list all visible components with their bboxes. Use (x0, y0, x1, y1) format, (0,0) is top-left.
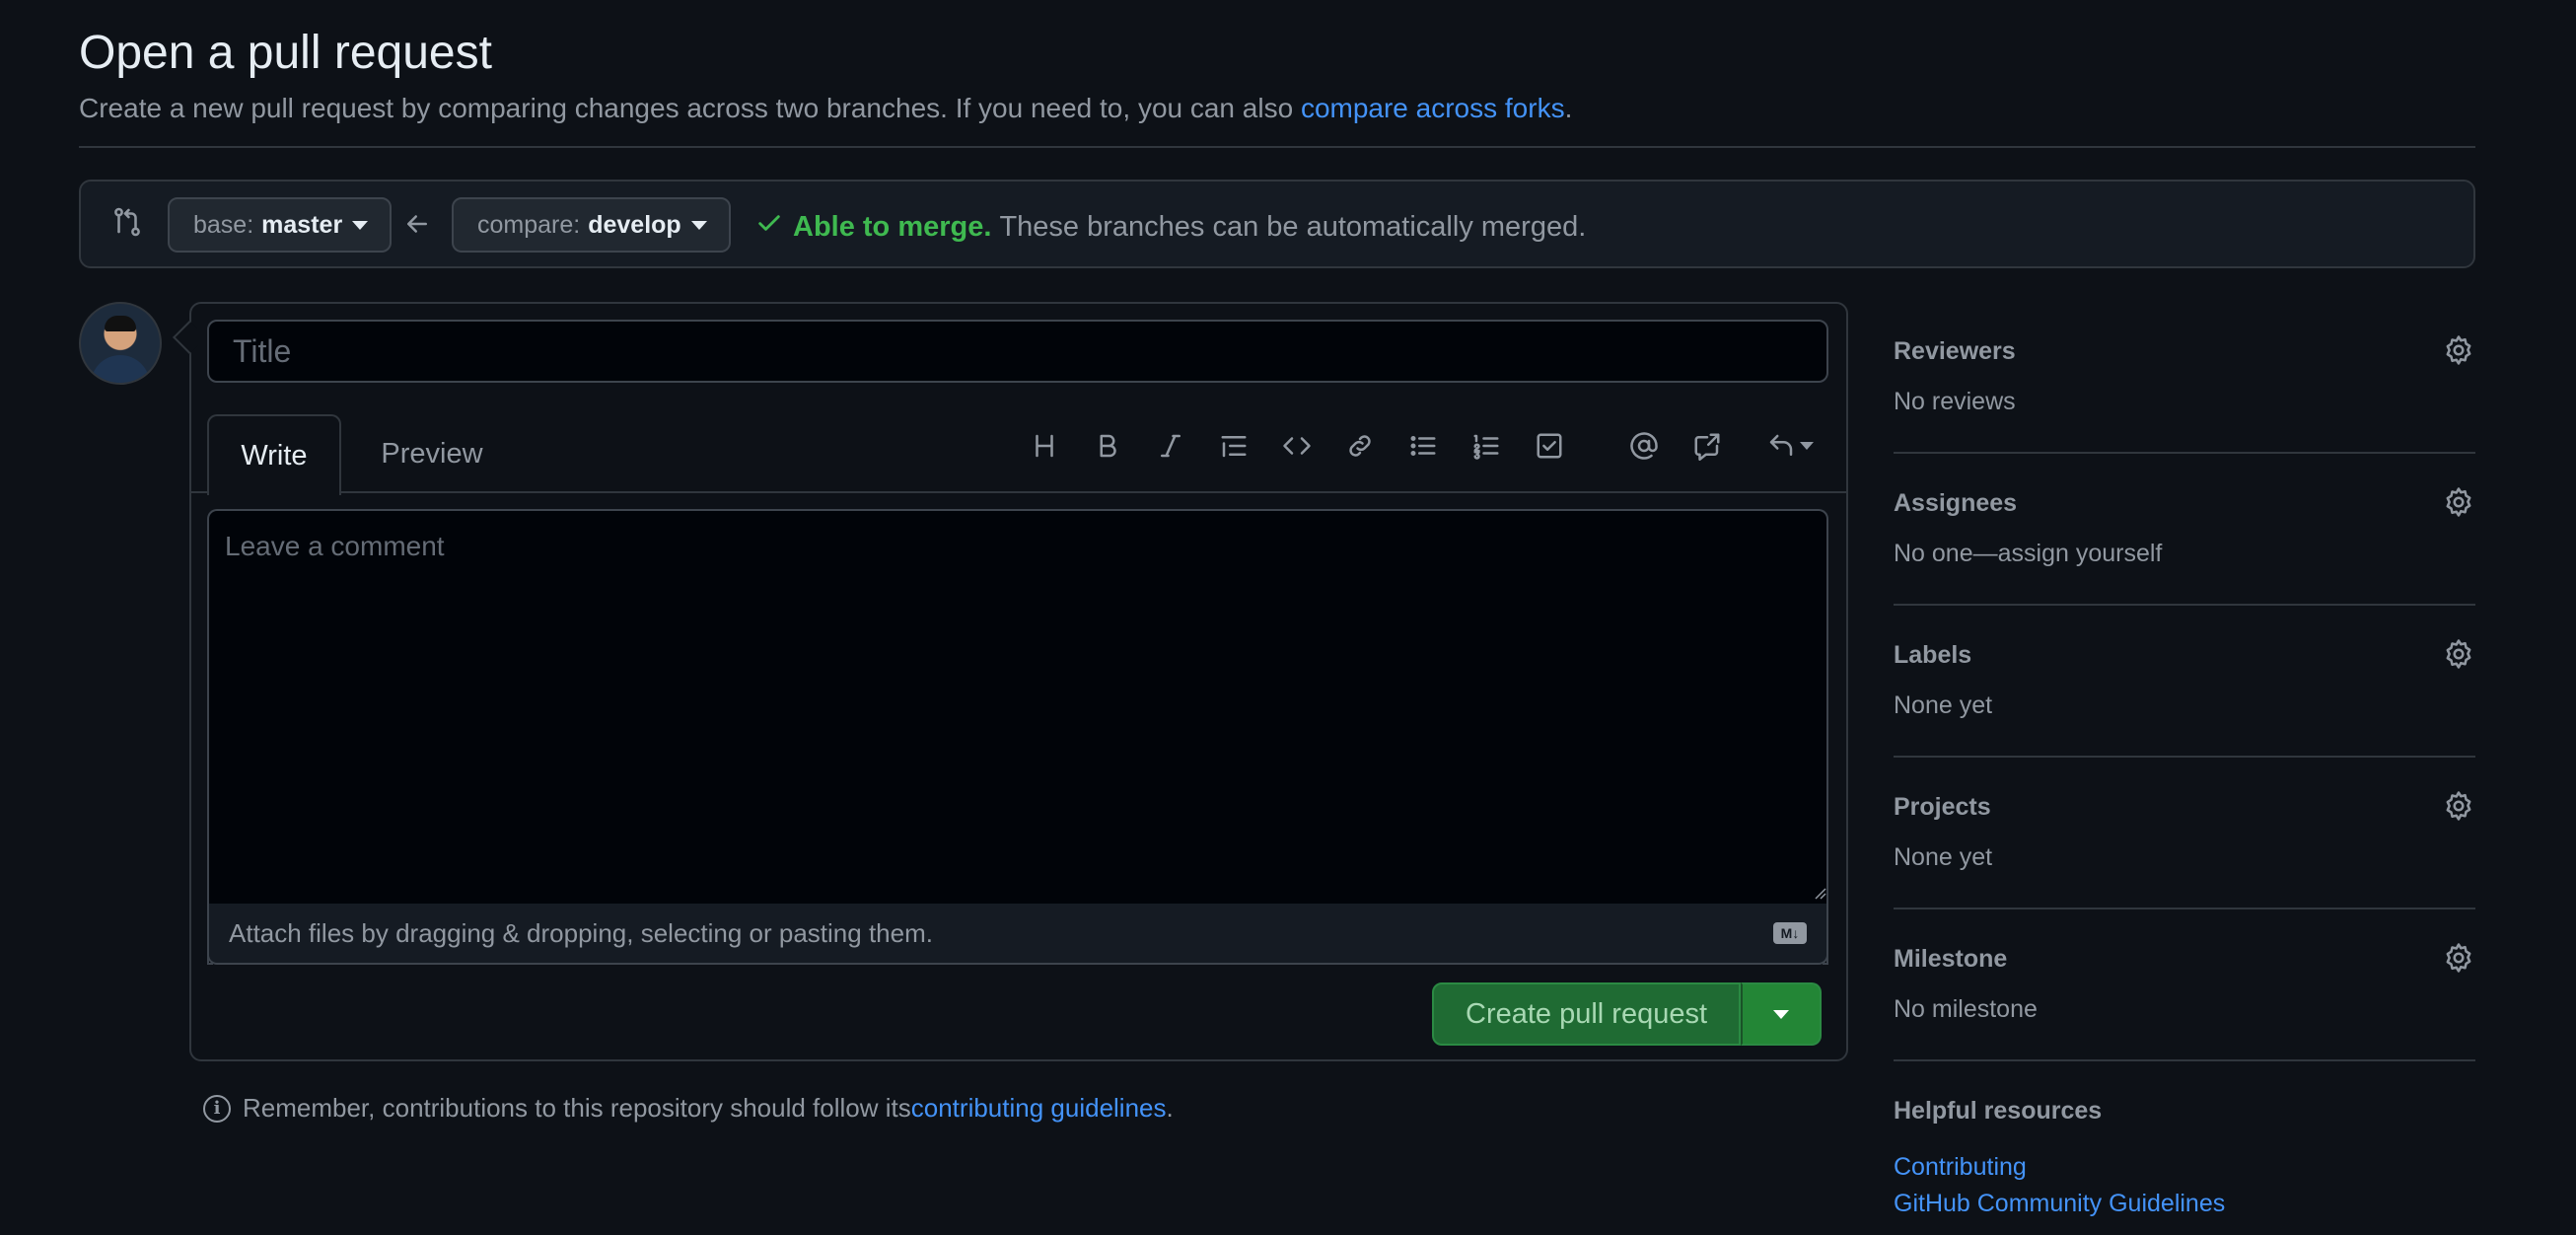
compare-branch-name: develop (588, 210, 681, 239)
sidebar-divider (1894, 756, 2475, 758)
sidebar-reviewers: Reviewers No reviews (1894, 335, 2475, 416)
base-branch-name: master (261, 210, 343, 239)
task-list-icon[interactable] (1528, 424, 1571, 468)
cross-reference-icon[interactable] (1685, 424, 1729, 468)
contributing-link[interactable]: Contributing (1894, 1149, 2475, 1186)
page-subtitle: Create a new pull request by comparing c… (79, 93, 1572, 124)
gear-icon[interactable] (2442, 333, 2475, 367)
merge-ok-text: Able to merge. (793, 210, 992, 243)
chevron-down-icon (1800, 442, 1814, 450)
gear-icon[interactable] (2442, 637, 2475, 671)
avatar-hair (105, 316, 136, 331)
projects-value: None yet (1894, 843, 1993, 871)
create-pull-request-button[interactable]: Create pull request (1432, 982, 1742, 1046)
create-pr-button-group: Create pull request (1432, 982, 1823, 1046)
saved-replies-icon[interactable] (1760, 424, 1820, 468)
compare-prefix: compare: (477, 210, 581, 239)
attach-files-text: Attach files by dragging & dropping, sel… (229, 917, 933, 948)
page-title: Open a pull request (79, 27, 492, 79)
merge-status: Able to merge. These branches can be aut… (755, 209, 1586, 245)
assignees-value[interactable]: No one—assign yourself (1894, 540, 2475, 568)
projects-label: Projects (1894, 793, 1991, 821)
contributing-note-text: Remember, contributions to this reposito… (243, 1093, 911, 1123)
reviewers-label: Reviewers (1894, 337, 2016, 365)
labels-label: Labels (1894, 641, 1972, 669)
check-icon (755, 209, 783, 245)
header-divider (79, 146, 2475, 148)
avatar[interactable] (79, 302, 162, 385)
sidebar-projects: Projects None yet (1894, 791, 2475, 872)
gear-icon[interactable] (2442, 941, 2475, 975)
heading-icon[interactable] (1023, 424, 1066, 468)
sidebar-divider (1894, 1059, 2475, 1061)
code-icon[interactable] (1275, 424, 1319, 468)
avatar-body (91, 355, 150, 383)
markdown-icon[interactable]: M↓ (1773, 922, 1807, 944)
sidebar-labels: Labels None yet (1894, 639, 2475, 720)
arrow-left-icon (402, 209, 432, 244)
reviewers-value: No reviews (1894, 388, 2016, 415)
base-prefix: base: (193, 210, 254, 239)
community-guidelines-link[interactable]: GitHub Community Guidelines (1894, 1186, 2475, 1222)
chevron-down-icon (690, 220, 707, 230)
unordered-list-icon[interactable] (1401, 424, 1445, 468)
mention-icon[interactable] (1622, 424, 1666, 468)
chevron-down-icon (1773, 1009, 1790, 1019)
git-compare-icon (110, 205, 144, 244)
merge-message: These branches can be automatically merg… (999, 210, 1587, 243)
ordered-list-icon[interactable] (1465, 424, 1508, 468)
italic-icon[interactable] (1149, 424, 1192, 468)
labels-value: None yet (1894, 691, 1993, 719)
gear-icon[interactable] (2442, 485, 2475, 519)
sidebar-milestone: Milestone No milestone (1894, 943, 2475, 1024)
contributing-note-period: . (1166, 1093, 1174, 1123)
tabs-divider-left (189, 491, 207, 493)
chevron-down-icon (352, 220, 369, 230)
subtitle-text: Create a new pull request by comparing c… (79, 93, 1301, 123)
contributing-guidelines-link[interactable]: contributing guidelines (911, 1093, 1167, 1124)
sidebar-helpful-resources: Helpful resources Contributing GitHub Co… (1894, 1097, 2475, 1222)
sidebar-divider (1894, 908, 2475, 909)
assignees-label: Assignees (1894, 489, 2018, 517)
base-branch-selector[interactable]: base: master (168, 197, 393, 253)
gear-icon[interactable] (2442, 789, 2475, 823)
info-icon: i (203, 1094, 231, 1123)
quote-icon[interactable] (1212, 424, 1255, 468)
milestone-label: Milestone (1894, 945, 2008, 973)
helpful-resources-label: Helpful resources (1894, 1097, 2103, 1125)
compare-branch-selector[interactable]: compare: develop (452, 197, 731, 253)
sidebar-divider (1894, 604, 2475, 606)
attach-files-bar[interactable]: Attach files by dragging & dropping, sel… (207, 904, 1828, 965)
compare-across-forks-link[interactable]: compare across forks (1301, 93, 1565, 123)
title-input[interactable] (207, 320, 1828, 383)
milestone-value: No milestone (1894, 995, 2038, 1023)
link-icon[interactable] (1338, 424, 1382, 468)
bold-icon[interactable] (1086, 424, 1129, 468)
contributing-note: i Remember, contributions to this reposi… (203, 1093, 1174, 1124)
tabs-divider (341, 491, 1846, 493)
subtitle-period: . (1564, 93, 1573, 123)
branch-range-bar: base: master compare: develop Able to merg… (79, 180, 2475, 268)
tab-preview[interactable]: Preview (345, 414, 519, 493)
create-pr-options-dropdown[interactable] (1741, 982, 1823, 1046)
resize-handle-icon[interactable] (1813, 886, 1826, 900)
tab-write[interactable]: Write (207, 414, 341, 495)
sidebar-assignees: Assignees No one—assign yourself (1894, 487, 2475, 568)
sidebar-divider (1894, 452, 2475, 454)
comment-textarea[interactable] (207, 509, 1828, 965)
